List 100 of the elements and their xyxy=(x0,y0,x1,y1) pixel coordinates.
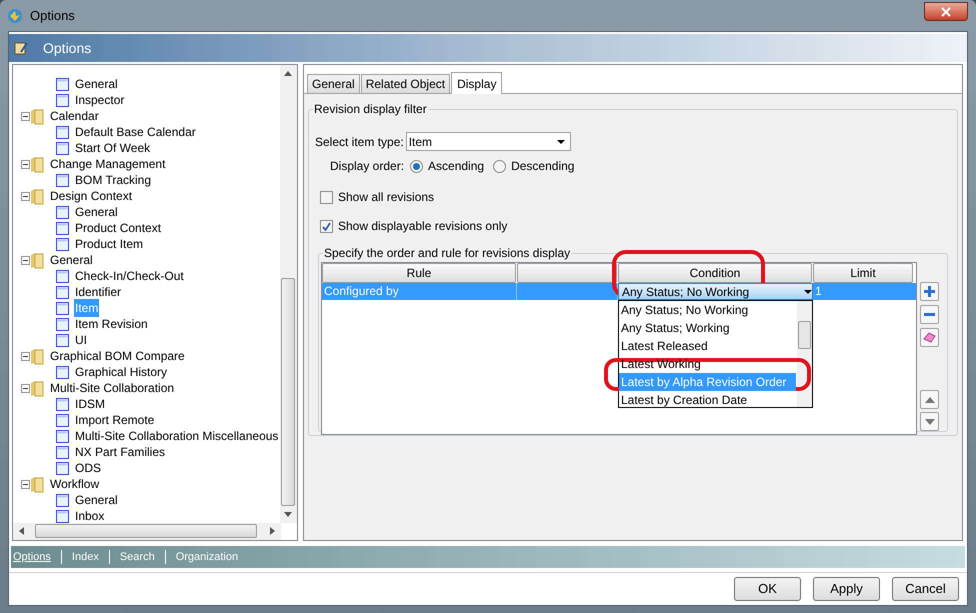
collapse-icon[interactable] xyxy=(21,192,30,200)
nav-link[interactable]: Options xyxy=(13,548,51,566)
vertical-scrollbar[interactable] xyxy=(280,65,297,523)
tree-item[interactable]: Change Management xyxy=(49,155,166,173)
tree-item[interactable]: Inspector xyxy=(74,91,126,109)
dialog-button[interactable]: Apply xyxy=(813,577,880,601)
tree-item[interactable]: Start Of Week xyxy=(74,139,152,157)
app-icon xyxy=(6,6,24,24)
tree-item[interactable]: BOM Tracking xyxy=(74,171,152,189)
dialog-button[interactable]: Cancel xyxy=(892,577,959,601)
collapse-icon[interactable] xyxy=(21,160,30,168)
scroll-thumb[interactable] xyxy=(281,278,295,506)
list-scrollbar[interactable] xyxy=(797,301,812,407)
left-arrow-icon xyxy=(19,527,24,535)
tree-item[interactable]: Item Revision xyxy=(74,315,149,333)
tree-item[interactable]: Design Context xyxy=(49,187,134,205)
page-icon xyxy=(56,174,69,186)
page-icon xyxy=(56,270,69,282)
table-cell: Configured by xyxy=(322,283,517,300)
page-icon xyxy=(56,286,69,298)
column-header[interactable] xyxy=(517,263,617,283)
dropdown-arrow-icon xyxy=(556,140,565,144)
tree-item[interactable]: Graphical History xyxy=(74,363,168,381)
table-row[interactable]: Configured by Any Status; No Working 1 xyxy=(322,283,916,300)
checkbox[interactable] xyxy=(320,220,333,232)
list-option[interactable]: Any Status; Working xyxy=(619,319,796,337)
list-option[interactable]: Any Status; No Working xyxy=(619,301,796,319)
tree-item[interactable]: ODS xyxy=(74,459,102,477)
page-icon xyxy=(56,126,69,138)
page-icon xyxy=(56,334,69,346)
tree-item[interactable]: Calendar xyxy=(49,107,100,125)
column-header[interactable]: Rule xyxy=(322,263,516,283)
tree-item[interactable]: General xyxy=(74,203,119,221)
tree-item[interactable]: Workflow xyxy=(49,475,100,493)
checkbox[interactable] xyxy=(320,190,333,204)
collapse-icon[interactable] xyxy=(21,352,30,360)
page-icon xyxy=(56,366,69,378)
page-icon xyxy=(56,430,69,442)
page-icon xyxy=(56,318,69,330)
move-up-button[interactable] xyxy=(920,390,939,409)
list-option[interactable]: Latest Released xyxy=(619,337,796,355)
tree-item[interactable]: General xyxy=(74,491,119,509)
move-down-button[interactable] xyxy=(920,412,939,431)
tree-item[interactable]: Multi-Site Collaboration xyxy=(49,379,176,397)
tab[interactable]: Related Object xyxy=(360,74,450,93)
folder-icon xyxy=(30,108,44,124)
field-label: Display order: xyxy=(330,158,404,175)
page-icon xyxy=(56,78,69,90)
item-type-dropdown[interactable]: Item xyxy=(406,132,571,151)
page-icon xyxy=(56,398,69,410)
tree-item[interactable]: General xyxy=(74,75,119,93)
remove-button[interactable] xyxy=(920,305,939,324)
list-option[interactable]: Latest by Creation Date xyxy=(619,391,796,407)
up-arrow-icon xyxy=(924,396,934,402)
tree-item[interactable]: Product Context xyxy=(74,219,162,237)
tab[interactable]: General xyxy=(307,74,360,93)
close-button[interactable] xyxy=(924,2,968,21)
scroll-thumb[interactable] xyxy=(35,524,257,538)
option-label: Ascending xyxy=(428,158,484,175)
window-title: Options xyxy=(30,6,75,25)
clear-button[interactable] xyxy=(920,328,939,347)
tree-item[interactable]: General xyxy=(49,251,94,269)
page-icon xyxy=(56,494,69,506)
page-icon xyxy=(56,446,69,458)
page-icon xyxy=(56,302,69,314)
collapse-icon[interactable] xyxy=(21,480,30,488)
page-icon xyxy=(56,510,69,522)
tree-item[interactable]: Product Item xyxy=(74,235,144,253)
horizontal-scrollbar[interactable] xyxy=(13,523,281,540)
folder-icon xyxy=(30,476,44,492)
page-icon xyxy=(56,414,69,426)
tree-item[interactable]: Check-In/Check-Out xyxy=(74,267,185,285)
column-header[interactable]: Limit xyxy=(813,263,913,283)
tree-item[interactable]: UI xyxy=(74,331,88,349)
tree-item[interactable]: NX Part Families xyxy=(74,443,166,461)
tree-item[interactable]: Import Remote xyxy=(74,411,156,429)
collapse-icon[interactable] xyxy=(21,112,30,120)
add-button[interactable] xyxy=(920,282,939,301)
tab[interactable]: Display xyxy=(451,72,502,94)
group-title: Revision display filter xyxy=(313,101,428,118)
collapse-icon[interactable] xyxy=(21,256,30,264)
option-label: Descending xyxy=(511,158,574,175)
column-header[interactable]: Condition xyxy=(618,263,812,283)
tree-item[interactable]: Multi-Site Collaboration Miscellaneous xyxy=(74,427,280,445)
dialog-button[interactable]: OK xyxy=(734,577,801,601)
radio-button[interactable] xyxy=(410,160,424,172)
radio-button[interactable] xyxy=(493,160,506,172)
condition-dropdown[interactable]: Any Status; No Working xyxy=(618,283,813,300)
tree-item[interactable]: Inbox xyxy=(74,507,106,523)
header-title: Options xyxy=(43,38,92,58)
dropdown-arrow-icon xyxy=(804,290,812,294)
eraser-icon xyxy=(923,332,936,343)
tree-item[interactable]: Default Base Calendar xyxy=(74,123,197,141)
tree-item[interactable]: Graphical BOM Compare xyxy=(49,347,186,365)
tree-item[interactable]: IDSM xyxy=(74,395,106,413)
tree-item[interactable]: Identifier xyxy=(74,283,122,301)
collapse-icon[interactable] xyxy=(21,384,30,392)
table-cell-text: 1 xyxy=(814,283,822,300)
down-arrow-icon xyxy=(924,418,934,424)
scroll-thumb[interactable] xyxy=(798,321,811,349)
